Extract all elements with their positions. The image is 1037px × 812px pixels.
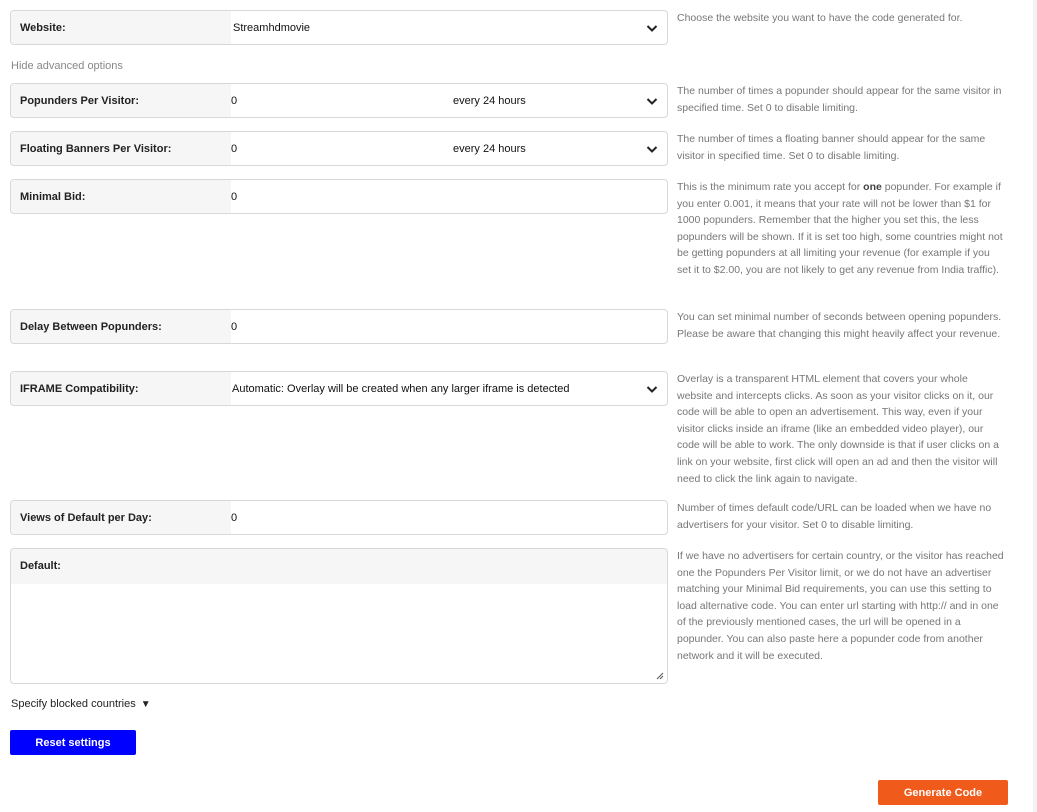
chevron-down-icon [646, 146, 658, 153]
popunders-per-visitor-field: Popunders Per Visitor: 0 every 24 hours [10, 83, 668, 118]
delay-between-popunders-field: Delay Between Popunders: 0 [10, 309, 668, 344]
views-of-default-per-day-help: Number of times default code/URL can be … [677, 502, 992, 531]
specify-blocked-countries-label: Specify blocked countries [11, 698, 136, 710]
floating-banners-per-visitor-input[interactable]: 0 [231, 132, 449, 165]
floating-banners-per-visitor-field: Floating Banners Per Visitor: 0 every 24… [10, 131, 668, 166]
popunders-period-select[interactable]: every 24 hours [453, 84, 667, 117]
default-label: Default: [11, 549, 667, 584]
generate-code-button[interactable]: Generate Code [878, 780, 1008, 805]
website-select[interactable]: Website: Streamhdmovie [10, 10, 668, 45]
floating-banners-period-select[interactable]: every 24 hours [453, 132, 667, 165]
chevron-down-icon [646, 25, 658, 32]
popunders-per-visitor-label: Popunders Per Visitor: [11, 84, 231, 117]
resize-handle-icon[interactable] [656, 672, 664, 680]
popunders-per-visitor-help: The number of times a popunder should ap… [677, 85, 1002, 114]
iframe-compatibility-select[interactable]: IFRAME Compatibility: Automatic: Overlay… [10, 371, 668, 406]
website-label: Website: [11, 11, 231, 44]
website-help: Choose the website you want to have the … [677, 12, 963, 24]
floating-banners-per-visitor-label: Floating Banners Per Visitor: [11, 132, 231, 165]
default-textarea[interactable] [11, 584, 667, 683]
iframe-compatibility-label: IFRAME Compatibility: [11, 372, 231, 405]
default-help: If we have no advertisers for certain co… [677, 550, 1004, 662]
website-value: Streamhdmovie [233, 22, 311, 34]
chevron-down-icon [646, 386, 658, 393]
minimal-bid-label: Minimal Bid: [11, 180, 231, 213]
triangle-down-icon: ▼ [140, 699, 151, 710]
minimal-bid-field: Minimal Bid: 0 [10, 179, 668, 214]
scrollbar-track[interactable] [1033, 0, 1037, 812]
chevron-down-icon [646, 98, 658, 105]
minimal-bid-help: This is the minimum rate you accept for … [677, 181, 1003, 276]
delay-between-popunders-label: Delay Between Popunders: [11, 310, 231, 343]
default-field: Default: [10, 548, 668, 684]
views-of-default-per-day-field: Views of Default per Day: 0 [10, 500, 668, 535]
minimal-bid-input[interactable]: 0 [231, 180, 667, 213]
popunders-per-visitor-input[interactable]: 0 [231, 84, 449, 117]
reset-settings-button[interactable]: Reset settings [10, 730, 136, 755]
floating-banners-per-visitor-help: The number of times a floating banner sh… [677, 133, 986, 162]
specify-blocked-countries-link[interactable]: Specify blocked countries ▼ [11, 698, 151, 710]
iframe-compatibility-value: Automatic: Overlay will be created when … [232, 383, 570, 395]
hide-advanced-options-link[interactable]: Hide advanced options [11, 60, 123, 72]
iframe-compatibility-help: Overlay is a transparent HTML element th… [677, 373, 999, 485]
delay-between-popunders-input[interactable]: 0 [231, 310, 667, 343]
views-of-default-per-day-input[interactable]: 0 [231, 501, 667, 534]
delay-between-popunders-help: You can set minimal number of seconds be… [677, 311, 1002, 340]
views-of-default-per-day-label: Views of Default per Day: [11, 501, 231, 534]
